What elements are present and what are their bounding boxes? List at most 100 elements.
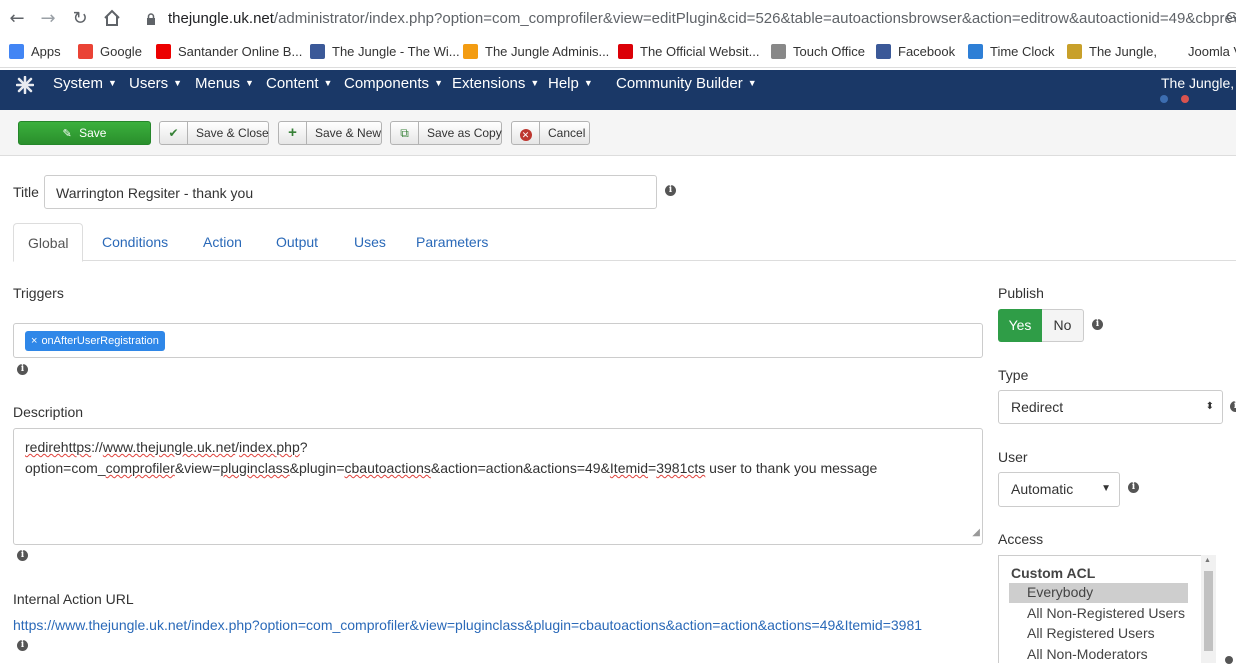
tab-output[interactable]: Output bbox=[262, 223, 332, 261]
title-input[interactable]: Warrington Regsiter - thank you bbox=[44, 175, 657, 209]
menu-system[interactable]: System ▼ bbox=[53, 75, 117, 92]
bookmark-item[interactable]: Google bbox=[78, 44, 142, 62]
bookmark-label: Touch Office bbox=[793, 44, 866, 59]
user-select[interactable]: Automatic ▼ bbox=[998, 472, 1120, 507]
menu-components[interactable]: Components ▼ bbox=[344, 75, 443, 92]
caret-down-icon: ▼ bbox=[323, 78, 333, 88]
tab-action[interactable]: Action bbox=[189, 223, 256, 261]
site-name[interactable]: The Jungle, bbox=[1161, 75, 1234, 91]
menu-label: Help bbox=[548, 75, 579, 92]
chevron-down-icon: ▼ bbox=[1101, 483, 1111, 494]
menu-label: Users bbox=[129, 75, 169, 92]
menu-users[interactable]: Users ▼ bbox=[129, 75, 182, 92]
home-icon[interactable] bbox=[102, 9, 122, 29]
menu-content[interactable]: Content ▼ bbox=[266, 75, 332, 92]
lock-icon bbox=[147, 13, 155, 25]
bookmark-item[interactable]: Joomla V bbox=[1188, 44, 1236, 62]
bookmark-item[interactable]: Apps bbox=[9, 44, 61, 62]
caret-down-icon: ▼ bbox=[434, 78, 443, 88]
menu-extensions[interactable]: Extensions ▼ bbox=[452, 75, 539, 92]
bookmark-label: Google bbox=[100, 44, 142, 59]
bookmark-item[interactable]: Touch Office bbox=[771, 44, 865, 62]
cancel-icon: ✕ bbox=[512, 122, 540, 144]
internal-action-url-link[interactable]: https://www.thejungle.uk.net/index.php?o… bbox=[13, 617, 922, 633]
menu-label: System bbox=[53, 75, 104, 92]
caret-down-icon: ▼ bbox=[747, 78, 757, 88]
save-copy-button[interactable]: ⧉ Save as Copy bbox=[390, 121, 502, 145]
bookmark-item[interactable]: The Official Websit... bbox=[618, 44, 759, 62]
tab-conditions[interactable]: Conditions bbox=[88, 223, 182, 261]
reload-icon[interactable]: ↻ bbox=[70, 9, 90, 29]
tab-bar: Global Conditions Action Output Uses Paramete… bbox=[13, 223, 1236, 262]
joomla-icon bbox=[463, 44, 478, 59]
apps-grid-icon bbox=[9, 44, 24, 59]
bookmark-item[interactable]: Facebook bbox=[876, 44, 955, 62]
type-select[interactable]: Redirect ⬍ bbox=[998, 390, 1223, 424]
info-icon[interactable]: i bbox=[665, 185, 676, 196]
save-close-button[interactable]: ✔ Save & Close bbox=[159, 121, 269, 145]
bookmark-label: The Jungle, bbox=[1089, 44, 1157, 59]
bookmark-item[interactable]: Time Clock bbox=[968, 44, 1055, 62]
caret-down-icon: ▼ bbox=[530, 78, 540, 88]
resize-handle-icon[interactable]: ◢ bbox=[972, 522, 980, 543]
url-field[interactable]: thejungle.uk.net/administrator/index.php… bbox=[168, 10, 1236, 27]
info-icon[interactable]: i bbox=[17, 640, 28, 651]
info-icon[interactable]: i bbox=[1092, 319, 1103, 330]
bookmark-label: Time Clock bbox=[990, 44, 1055, 59]
caret-down-icon: ▼ bbox=[245, 78, 254, 88]
menu-help[interactable]: Help ▼ bbox=[548, 75, 593, 92]
tab-uses[interactable]: Uses bbox=[340, 223, 400, 261]
scroll-up-icon[interactable]: ▲ bbox=[1204, 557, 1211, 564]
publish-label: Publish bbox=[998, 285, 1044, 301]
menu-label: Extensions bbox=[452, 75, 526, 92]
publish-no-button[interactable]: No bbox=[1042, 309, 1084, 342]
bookmark-item[interactable]: Santander Online B... bbox=[156, 44, 302, 62]
access-option[interactable]: All Non-Moderators bbox=[1027, 646, 1148, 662]
menu-community-builder[interactable]: Community Builder ▼ bbox=[616, 75, 757, 92]
remove-tag-icon[interactable]: × bbox=[31, 335, 37, 347]
cancel-button[interactable]: ✕ Cancel bbox=[511, 121, 590, 145]
bookmark-label: Joomla V bbox=[1188, 44, 1236, 59]
menu-label: Content bbox=[266, 75, 319, 92]
bookmark-label: The Official Websit... bbox=[640, 44, 760, 59]
info-icon[interactable]: i bbox=[17, 550, 28, 561]
caret-down-icon: ▼ bbox=[583, 78, 593, 88]
menu-label: Components bbox=[344, 75, 430, 92]
description-textarea[interactable]: redirehttps://www.thejungle.uk.net/index… bbox=[13, 428, 983, 545]
back-arrow-icon[interactable]: ← bbox=[7, 9, 27, 29]
bookmark-label: Facebook bbox=[898, 44, 956, 59]
tab-global[interactable]: Global bbox=[13, 223, 84, 262]
joomla-logo-icon[interactable] bbox=[16, 76, 34, 94]
admin-subheader bbox=[0, 95, 1236, 110]
admin-nav-bar: System ▼ Users ▼ Menus ▼ Content ▼ Components ▼ Ex… bbox=[0, 70, 1236, 98]
save-new-button[interactable]: + Save & New bbox=[278, 121, 382, 145]
alert-dot-icon bbox=[1181, 95, 1189, 103]
info-icon[interactable]: i bbox=[1230, 401, 1236, 412]
info-icon[interactable]: i bbox=[17, 364, 28, 375]
status-dot-icon bbox=[1160, 95, 1168, 103]
trigger-tag[interactable]: × onAfterUserRegistration bbox=[25, 331, 165, 351]
access-option[interactable]: All Registered Users bbox=[1027, 625, 1155, 641]
bookmark-item[interactable]: The Jungle Adminis... bbox=[463, 44, 609, 62]
bookmark-label: Apps bbox=[31, 44, 61, 59]
menu-menus[interactable]: Menus ▼ bbox=[195, 75, 254, 92]
internal-url-label: Internal Action URL bbox=[13, 591, 134, 607]
time-clock-icon bbox=[968, 44, 983, 59]
forward-arrow-icon[interactable]: → bbox=[38, 9, 58, 29]
action-toolbar: ✎ Save ✔ Save & Close + Save & New ⧉ Save a… bbox=[0, 110, 1236, 156]
description-line: redirehttps://www.thejungle.uk.net/index… bbox=[25, 439, 308, 455]
access-option[interactable]: All Non-Registered Users bbox=[1027, 605, 1185, 621]
scrollbar-thumb[interactable] bbox=[1204, 571, 1213, 651]
santander-icon bbox=[156, 44, 171, 59]
publish-yes-button[interactable]: Yes bbox=[998, 309, 1042, 342]
save-button[interactable]: ✎ Save bbox=[18, 121, 151, 145]
bookmark-item[interactable]: The Jungle, bbox=[1067, 44, 1157, 62]
info-icon[interactable]: i bbox=[1128, 482, 1139, 493]
access-option[interactable]: Everybody bbox=[1027, 584, 1093, 600]
access-listbox[interactable]: Custom ACL Everybody All Non-Registered U… bbox=[998, 555, 1216, 663]
user-label: User bbox=[998, 449, 1028, 465]
type-label: Type bbox=[998, 367, 1029, 383]
tab-parameters[interactable]: Parameters bbox=[402, 223, 502, 261]
google-g-icon[interactable]: G bbox=[1226, 9, 1236, 26]
bookmark-item[interactable]: The Jungle - The Wi... bbox=[310, 44, 460, 62]
